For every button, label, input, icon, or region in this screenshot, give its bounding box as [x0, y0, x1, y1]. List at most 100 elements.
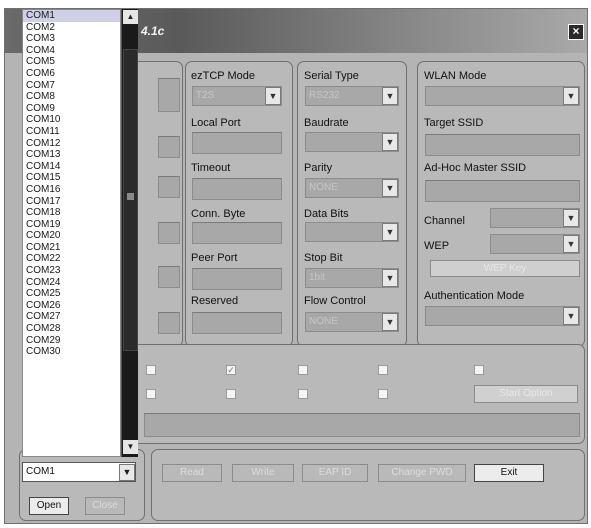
wlan-group: WLAN Mode ▼ Target SSID Ad-Hoc Master SS… [417, 61, 585, 347]
com-port-option[interactable]: COM3 [23, 33, 120, 45]
chevron-down-icon[interactable]: ▼ [563, 307, 579, 325]
option-checkbox[interactable] [474, 365, 484, 375]
serial-group: Serial Type RS232 ▼ Baudrate ▼ Parity NO… [297, 61, 407, 347]
gateway-field[interactable] [158, 176, 180, 198]
option-checkbox[interactable] [226, 389, 236, 399]
chevron-down-icon[interactable]: ▼ [382, 133, 398, 151]
com-port-option[interactable]: COM29 [23, 335, 120, 347]
com-port-option[interactable]: COM25 [23, 288, 120, 300]
write-button[interactable]: Write [232, 464, 294, 482]
subnet-field[interactable] [158, 136, 180, 158]
auth-mode-select[interactable]: ▼ [425, 306, 580, 326]
dns-field[interactable] [158, 222, 180, 244]
scroll-thumb[interactable] [123, 49, 138, 351]
start-option-button[interactable]: Start Option [474, 385, 578, 403]
chevron-down-icon[interactable]: ▼ [563, 235, 579, 253]
com-port-option[interactable]: COM10 [23, 114, 120, 126]
ip-field[interactable] [158, 78, 180, 112]
com-port-option[interactable]: COM11 [23, 126, 120, 138]
stop-bit-select[interactable]: 1bit ▼ [305, 268, 399, 288]
flow-control-label: Flow Control [304, 295, 366, 307]
wlan-mode-select[interactable]: ▼ [425, 86, 580, 106]
local-port-field[interactable] [192, 132, 282, 154]
com-port-option[interactable]: COM14 [23, 161, 120, 173]
reserved-ip-field[interactable] [158, 312, 180, 334]
com-port-option[interactable]: COM1 [23, 10, 120, 22]
option-checkbox[interactable] [298, 389, 308, 399]
peer-ip-field[interactable] [158, 266, 180, 288]
baudrate-select[interactable]: ▼ [305, 132, 399, 152]
reserved-field[interactable] [192, 312, 282, 334]
com-port-option[interactable]: COM7 [23, 80, 120, 92]
change-pwd-button[interactable]: Change PWD [378, 464, 466, 482]
channel-label: Channel [424, 215, 465, 227]
data-bits-select[interactable]: ▼ [305, 222, 399, 242]
peer-port-field[interactable] [192, 268, 282, 290]
chevron-down-icon[interactable]: ▼ [119, 464, 135, 481]
open-button[interactable]: Open [29, 497, 69, 515]
option-checkbox[interactable] [146, 389, 156, 399]
com-port-option[interactable]: COM4 [23, 45, 120, 57]
parity-value: NONE [309, 182, 338, 193]
chevron-up-icon[interactable]: ▲ [123, 10, 138, 24]
target-ssid-field[interactable] [425, 134, 580, 156]
com-port-option[interactable]: COM26 [23, 300, 120, 312]
action-group: Read Write EAP ID Change PWD Exit [151, 449, 585, 521]
option-checkbox[interactable] [378, 365, 388, 375]
com-port-select[interactable]: COM1 ▼ [22, 462, 136, 482]
chevron-down-icon[interactable]: ▼ [563, 209, 579, 227]
adhoc-ssid-field[interactable] [425, 180, 580, 202]
com-port-option[interactable]: COM8 [23, 91, 120, 103]
com-port-option[interactable]: COM18 [23, 207, 120, 219]
timeout-field[interactable] [192, 178, 282, 200]
com-port-option[interactable]: COM6 [23, 68, 120, 80]
option-checkbox[interactable]: ✓ [226, 365, 236, 375]
chevron-down-icon[interactable]: ▼ [382, 87, 398, 105]
com-port-option[interactable]: COM23 [23, 265, 120, 277]
option-text-field[interactable] [144, 413, 580, 437]
close-port-button[interactable]: Close [85, 497, 125, 515]
com-port-option[interactable]: COM20 [23, 230, 120, 242]
wep-select[interactable]: ▼ [490, 234, 580, 254]
chevron-down-icon[interactable]: ▼ [563, 87, 579, 105]
eztcp-mode-select[interactable]: T2S ▼ [192, 86, 282, 106]
wep-key-button[interactable]: WEP Key [430, 260, 580, 277]
channel-select[interactable]: ▼ [490, 208, 580, 228]
option-checkbox[interactable] [146, 365, 156, 375]
com-port-option[interactable]: COM17 [23, 196, 120, 208]
com-port-option[interactable]: COM27 [23, 311, 120, 323]
flow-control-select[interactable]: NONE ▼ [305, 312, 399, 332]
eap-id-button[interactable]: EAP ID [302, 464, 368, 482]
com-port-dropdown-list[interactable]: COM1 COM2 COM3 COM4 COM5 COM6 COM7 COM8 COM9 COM1… [22, 9, 121, 457]
com-port-option[interactable]: COM16 [23, 184, 120, 196]
exit-button[interactable]: Exit [474, 464, 544, 482]
com-port-option[interactable]: COM24 [23, 277, 120, 289]
wep-label: WEP [424, 240, 450, 252]
com-port-option[interactable]: COM5 [23, 56, 120, 68]
chevron-down-icon[interactable]: ▼ [265, 87, 281, 105]
close-window-button[interactable]: × [568, 24, 584, 40]
com-port-option[interactable]: COM19 [23, 219, 120, 231]
chevron-down-icon[interactable]: ▼ [382, 313, 398, 331]
dropdown-scrollbar[interactable]: ▲ ▼ [121, 9, 138, 457]
option-checkbox[interactable] [298, 365, 308, 375]
conn-byte-field[interactable] [192, 222, 282, 244]
com-port-option[interactable]: COM15 [23, 172, 120, 184]
stop-bit-value: 1bit [309, 272, 326, 283]
com-port-option[interactable]: COM21 [23, 242, 120, 254]
com-port-option[interactable]: COM22 [23, 253, 120, 265]
com-port-option[interactable]: COM9 [23, 103, 120, 115]
chevron-down-icon[interactable]: ▼ [382, 223, 398, 241]
com-port-option[interactable]: COM13 [23, 149, 120, 161]
chevron-down-icon[interactable]: ▼ [382, 179, 398, 197]
chevron-down-icon[interactable]: ▼ [123, 440, 138, 454]
com-port-option[interactable]: COM2 [23, 22, 120, 34]
parity-select[interactable]: NONE ▼ [305, 178, 399, 198]
com-port-option[interactable]: COM12 [23, 138, 120, 150]
chevron-down-icon[interactable]: ▼ [382, 269, 398, 287]
read-button[interactable]: Read [162, 464, 222, 482]
option-checkbox[interactable] [378, 389, 388, 399]
com-port-option[interactable]: COM28 [23, 323, 120, 335]
serial-type-select[interactable]: RS232 ▼ [305, 86, 399, 106]
com-port-option[interactable]: COM30 [23, 346, 120, 358]
